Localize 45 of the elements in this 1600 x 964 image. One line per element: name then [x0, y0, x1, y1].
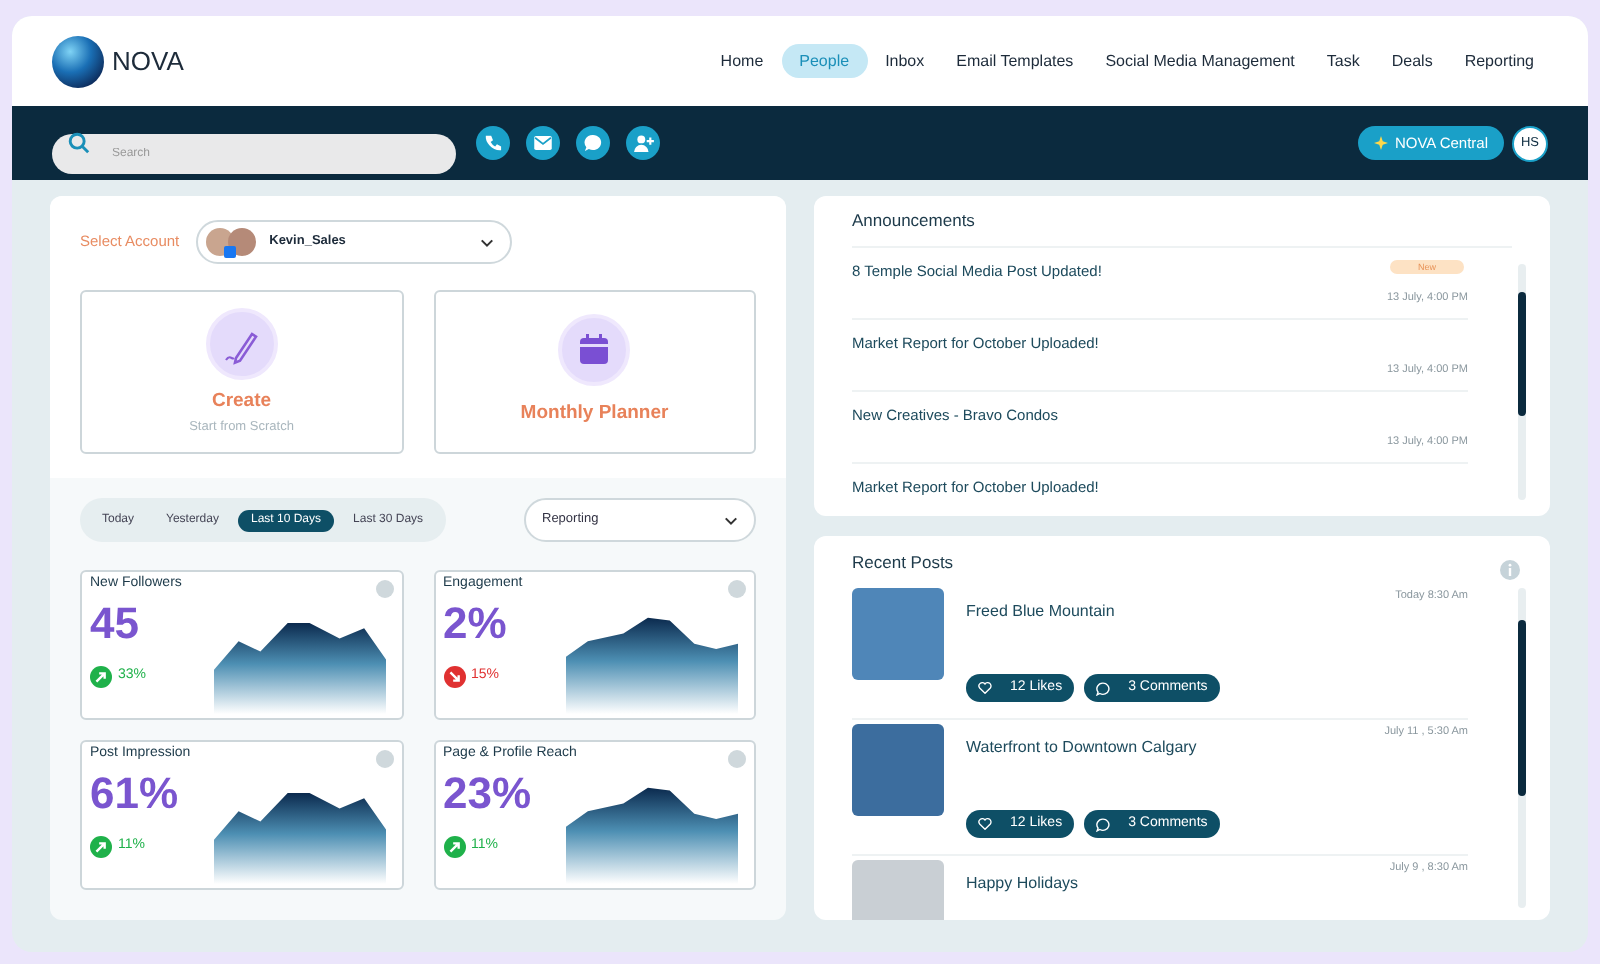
nav-tab[interactable]: Deals	[1377, 44, 1447, 78]
phone-icon	[484, 134, 502, 152]
card-title: Recent Posts	[852, 549, 954, 575]
trend-down-icon	[443, 665, 465, 687]
add-contact-button[interactable]	[626, 126, 660, 160]
phone-button[interactable]	[476, 126, 510, 160]
post-title[interactable]: Waterfront to Downtown Calgary	[966, 736, 1197, 760]
chevron-down-icon	[479, 237, 494, 247]
brand-name: NOVA	[112, 43, 184, 80]
nav-tab[interactable]: Reporting	[1450, 44, 1548, 78]
chat-button[interactable]	[576, 126, 610, 160]
mail-button[interactable]	[526, 126, 560, 160]
photo-placeholder	[852, 588, 944, 680]
stat-value: 61%	[90, 767, 179, 819]
stat-value: 2%	[443, 597, 507, 649]
trend-up-icon	[443, 835, 465, 857]
account-avatars-icon	[205, 226, 258, 258]
envelope-icon	[534, 136, 552, 150]
card-title: Create	[211, 387, 272, 415]
stat-value: 45	[90, 597, 139, 649]
nav-tab[interactable]: Email Templates	[942, 44, 1088, 78]
speech-bubble-icon	[1096, 681, 1111, 695]
nav-tab[interactable]: Social Media Management	[1091, 44, 1309, 78]
chevron-down-icon	[724, 515, 738, 525]
photo-placeholder	[852, 724, 944, 816]
post-title[interactable]: Happy Holidays	[966, 872, 1079, 896]
card-title: Announcements	[852, 208, 1512, 248]
chat-bubble-icon	[584, 134, 602, 152]
heart-icon	[978, 682, 992, 694]
globe-logo-icon	[52, 35, 104, 87]
post-title[interactable]: Freed Blue Mountain	[966, 600, 1115, 624]
calendar-icon	[558, 314, 631, 387]
sparkle-icon	[1374, 136, 1389, 150]
nav-tab[interactable]: Inbox	[871, 44, 939, 78]
speech-bubble-icon	[1096, 817, 1111, 831]
card-title: Monthly Planner	[520, 400, 669, 429]
pen-icon	[205, 307, 278, 379]
nav-tab[interactable]: Home	[706, 44, 778, 78]
heart-icon	[978, 818, 992, 830]
search-icon	[68, 132, 90, 154]
trend-up-icon	[90, 835, 112, 857]
trend-up-icon	[90, 665, 112, 687]
stat-value: 23%	[443, 767, 532, 819]
add-person-icon	[633, 134, 653, 152]
nav-tab[interactable]: Task	[1312, 44, 1374, 78]
